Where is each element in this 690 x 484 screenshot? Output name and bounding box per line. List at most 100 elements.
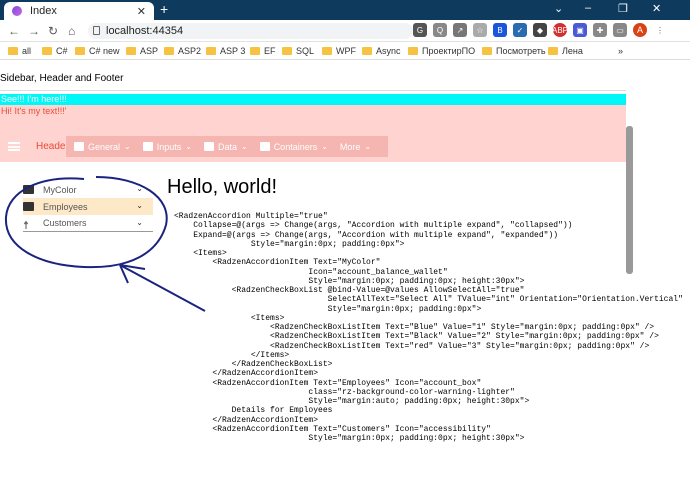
- more-menu-icon[interactable]: ⋮: [653, 23, 667, 37]
- pink-banner-text: Hi! It's my text!!!': [1, 106, 67, 116]
- folder-icon: [206, 47, 216, 55]
- blazor-icon: [12, 6, 22, 16]
- code-line: Style="margin:0px; padding:0px">: [174, 304, 482, 314]
- code-line: </Items>: [174, 350, 290, 360]
- folder-icon: [164, 47, 174, 55]
- divider: [0, 90, 626, 91]
- folder-icon: [75, 47, 85, 55]
- close-tab-icon[interactable]: ✕: [137, 5, 146, 18]
- save-icon: [203, 142, 214, 151]
- menu-item-more[interactable]: More ⌄: [340, 142, 371, 152]
- folder-icon: [548, 47, 558, 55]
- more-bookmarks-icon[interactable]: »: [618, 46, 623, 56]
- browser-tab[interactable]: Index ✕: [4, 2, 154, 20]
- adblock-icon[interactable]: ABP: [552, 23, 568, 37]
- address-bar: ← → ↻ ⌂ localhost:44354 G Q ↗ ☆ B ✓ ◆ AB…: [0, 20, 690, 42]
- chevron-down-icon: ⌄: [185, 142, 192, 151]
- code-line: Style="margin:auto; padding:0px; height:…: [174, 397, 530, 406]
- folder-icon: [126, 47, 136, 55]
- bookmark-item[interactable]: C#: [42, 46, 68, 56]
- back-icon[interactable]: ←: [8, 24, 20, 38]
- share-icon[interactable]: ↗: [453, 23, 467, 37]
- translate-icon[interactable]: G: [413, 23, 427, 37]
- browser-tabbar: Index ✕ + ⌄ – ❐ ✕: [0, 0, 690, 20]
- folder-icon: [362, 47, 372, 55]
- folder-icon: [322, 47, 332, 55]
- home-icon: [74, 142, 84, 151]
- code-line: Style="margin:0px; padding:0px; height:3…: [174, 434, 525, 443]
- extension-icon[interactable]: ◆: [533, 23, 547, 37]
- main-menu: General ⌄ Inputs ⌄ Data ⌄ Containers ⌄ More ⌄: [66, 136, 388, 157]
- menu-item-data[interactable]: Data ⌄: [203, 142, 248, 152]
- chevron-down-icon: ⌄: [124, 142, 131, 151]
- code-line: <RadzenCheckBoxListItem Text="Black" Val…: [174, 332, 659, 342]
- hello-heading: Hello, world!: [167, 176, 278, 198]
- chevron-down-icon: ⌄: [364, 142, 372, 151]
- page-content: Sidebar, Header and Footer See!!! I'm he…: [0, 61, 690, 484]
- code-line: <RadzenAccordionItem Text="Employees" Ic…: [174, 378, 482, 388]
- home-icon[interactable]: ⌂: [68, 24, 75, 38]
- code-line: </RadzenAccordionItem>: [174, 369, 319, 379]
- bookmark-item[interactable]: WPF: [322, 46, 356, 56]
- bookmark-item[interactable]: all: [8, 46, 31, 56]
- tab-search-icon[interactable]: ⌄: [554, 2, 563, 15]
- input-icon: [142, 142, 153, 151]
- menu-item-inputs[interactable]: Inputs ⌄: [142, 142, 192, 152]
- code-line: </RadzenCheckBoxList>: [174, 360, 333, 369]
- code-block: <RadzenAccordion Multiple="true" Collaps…: [174, 212, 683, 443]
- close-window-icon[interactable]: ✕: [652, 2, 661, 15]
- code-line: Collapse=@(args => Change(args, "Accordi…: [174, 221, 573, 231]
- code-line: Details for Employees: [174, 406, 333, 416]
- minimize-icon[interactable]: –: [585, 2, 591, 14]
- reload-icon[interactable]: ↻: [48, 24, 58, 38]
- code-line: Style="margin:0px; padding:0px">: [174, 239, 405, 249]
- zoom-icon[interactable]: Q: [433, 23, 447, 37]
- extension-icon[interactable]: ✓: [513, 23, 527, 37]
- puzzle-icon[interactable]: ✚: [593, 23, 607, 37]
- folder-icon: [482, 47, 492, 55]
- code-line: class="rz-background-color-warning-light…: [174, 387, 515, 397]
- code-line: <RadzenAccordion Multiple="true": [174, 212, 328, 221]
- url-text: localhost:44354: [106, 25, 184, 37]
- account-box-icon: [259, 142, 270, 151]
- extension-icon[interactable]: ▣: [573, 23, 587, 37]
- bookmark-item[interactable]: Async: [362, 46, 401, 56]
- page-scrollbar[interactable]: [626, 126, 633, 274]
- bookmark-item[interactable]: C# new: [75, 46, 120, 56]
- folder-icon: [42, 47, 52, 55]
- header-label: Header: [36, 141, 69, 152]
- url-field[interactable]: localhost:44354: [88, 23, 413, 39]
- avatar[interactable]: A: [633, 23, 647, 37]
- code-line: </RadzenAccordionItem>: [174, 415, 319, 425]
- bookmark-item[interactable]: ПроектирПО: [408, 46, 475, 56]
- maximize-icon[interactable]: ❐: [618, 2, 628, 15]
- menu-item-containers[interactable]: Containers ⌄: [259, 142, 328, 152]
- chevron-down-icon: ⌄: [240, 142, 248, 151]
- code-line: Style="margin:0px; padding:0px; height:3…: [174, 276, 525, 286]
- forward-icon[interactable]: →: [28, 24, 40, 38]
- bookmark-item[interactable]: Лена: [548, 46, 583, 56]
- menu-item-general[interactable]: General ⌄: [74, 142, 131, 152]
- sidebar-icon[interactable]: ▭: [613, 23, 627, 37]
- code-line: Icon="account_balance_wallet": [174, 267, 448, 277]
- new-tab-button[interactable]: +: [160, 1, 168, 17]
- code-line: <Items>: [174, 249, 227, 258]
- lock-icon: [93, 26, 100, 35]
- folder-icon: [282, 47, 292, 55]
- bookmark-item[interactable]: SQL: [282, 46, 314, 56]
- cyan-banner: See!!! I'm here!!!: [0, 94, 626, 105]
- chevron-down-icon: ⌄: [321, 142, 328, 151]
- folder-icon: [408, 47, 418, 55]
- code-line: <RadzenCheckBoxList @bind-Value=@values …: [174, 286, 525, 295]
- code-line: SelectAllText="Select All" TValue="int" …: [174, 295, 683, 305]
- bookmark-star-icon[interactable]: ☆: [473, 23, 487, 37]
- bookmark-item[interactable]: Посмотреть: [482, 46, 546, 56]
- code-line: <Items>: [174, 313, 285, 323]
- bookmark-item[interactable]: ASP 3: [206, 46, 245, 56]
- extension-icon[interactable]: B: [493, 23, 507, 37]
- bookmark-item[interactable]: ASP: [126, 46, 158, 56]
- code-line: <RadzenAccordionItem Text="Customers" Ic…: [174, 424, 491, 434]
- bookmark-item[interactable]: ASP2: [164, 46, 201, 56]
- bookmark-item[interactable]: EF: [250, 46, 276, 56]
- hamburger-icon[interactable]: [8, 142, 20, 151]
